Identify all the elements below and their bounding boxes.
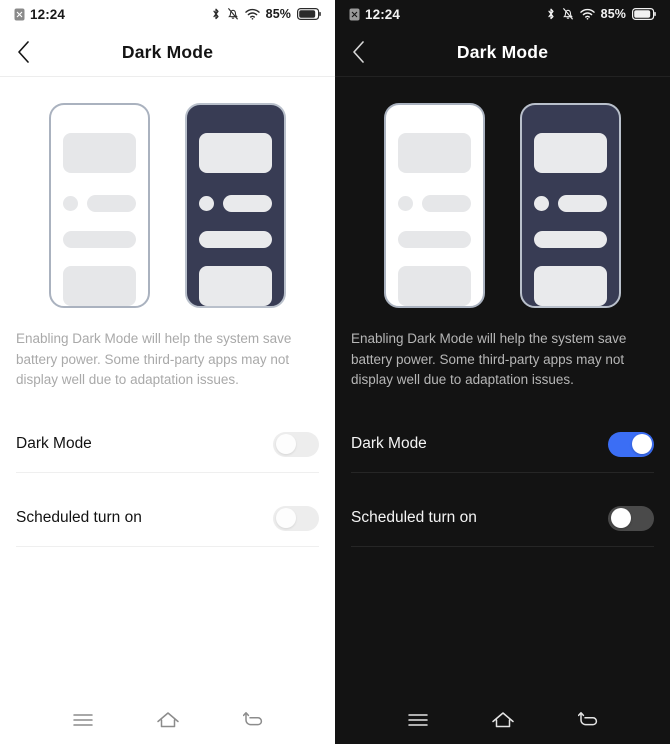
preview-row-2 — [63, 194, 136, 212]
status-bar-right: 85% — [546, 7, 656, 21]
preview-dot — [199, 195, 214, 211]
settings-list: Dark Mode Scheduled turn on — [335, 417, 670, 547]
dark-mode-preview-phone[interactable] — [185, 102, 286, 308]
page-title: Dark Mode — [121, 41, 214, 62]
back-chevron-icon — [17, 41, 29, 63]
row-divider — [351, 545, 654, 547]
nav-home-button[interactable] — [145, 700, 191, 740]
bluetooth-icon — [548, 8, 554, 20]
header-back-button[interactable] — [335, 28, 381, 76]
setting-label: Scheduled turn on — [351, 509, 477, 526]
description-text: Enabling Dark Mode will help the system … — [351, 331, 627, 387]
setting-label: Dark Mode — [351, 435, 427, 452]
home-icon — [156, 711, 179, 727]
back-arrow-icon — [577, 711, 597, 725]
bell-muted-icon — [562, 8, 573, 20]
preview-dot — [63, 195, 78, 211]
setting-row-scheduled-turn-on[interactable]: Scheduled turn on — [335, 491, 670, 546]
preview-pill — [422, 194, 471, 212]
dark-mode-toggle[interactable] — [608, 431, 654, 457]
light-mode-preview-phone[interactable] — [49, 102, 150, 308]
preview-dot — [534, 195, 549, 211]
bluetooth-icon — [213, 8, 219, 20]
status-time: 12:24 — [30, 6, 66, 22]
light-mode-panel: 12:24 85% Dark Mode Enabling Dark Mode w… — [0, 0, 335, 744]
scheduled-turn-on-toggle[interactable] — [608, 505, 654, 531]
menu-recents-icon — [407, 713, 428, 726]
status-bar-right: 85% — [211, 7, 321, 21]
dark-mode-preview-phone[interactable] — [520, 102, 621, 308]
back-chevron-icon — [352, 41, 364, 63]
preview-row-2 — [534, 194, 607, 212]
setting-row-dark-mode[interactable]: Dark Mode — [0, 417, 335, 472]
preview-block-4 — [63, 265, 136, 306]
sim-card-icon — [349, 8, 360, 20]
status-bar-left: 12:24 — [349, 7, 400, 22]
status-bar: 12:24 85% — [0, 0, 335, 28]
preview-block-1 — [534, 132, 607, 173]
status-time: 12:24 — [365, 6, 401, 22]
battery-icon — [632, 8, 656, 20]
preview-block-4 — [199, 265, 272, 306]
setting-row-scheduled-turn-on[interactable]: Scheduled turn on — [0, 491, 335, 546]
nav-recents-button[interactable] — [395, 700, 441, 740]
nav-recents-button[interactable] — [60, 700, 106, 740]
description-text: Enabling Dark Mode will help the system … — [16, 331, 292, 387]
preview-block-3 — [63, 230, 136, 248]
wifi-icon — [244, 8, 260, 20]
toggle-knob — [275, 434, 296, 454]
preview-block-1 — [63, 132, 136, 173]
nav-back-button[interactable] — [565, 700, 611, 740]
battery-percent: 85% — [265, 7, 291, 21]
setting-label: Scheduled turn on — [16, 509, 142, 526]
preview-block-3 — [534, 230, 607, 248]
setting-label: Dark Mode — [16, 435, 92, 452]
preview-block-4 — [534, 265, 607, 306]
nav-back-button[interactable] — [230, 700, 276, 740]
theme-preview-illustration — [0, 77, 335, 327]
system-navigation-bar — [335, 695, 670, 744]
menu-recents-icon — [72, 713, 93, 726]
setting-row-dark-mode[interactable]: Dark Mode — [335, 417, 670, 472]
app-header: Dark Mode — [0, 28, 335, 76]
row-gap — [335, 473, 670, 491]
scheduled-turn-on-toggle[interactable] — [273, 505, 319, 531]
theme-preview-illustration — [335, 77, 670, 327]
battery-icon — [297, 8, 321, 20]
preview-block-3 — [199, 230, 272, 248]
nav-home-button[interactable] — [480, 700, 526, 740]
preview-block-3 — [398, 230, 471, 248]
system-navigation-bar — [0, 695, 335, 744]
preview-pill — [558, 194, 607, 212]
dark-mode-comparison-screenshot: 12:24 85% Dark Mode Enabling Dark Mode w… — [0, 0, 670, 744]
preview-block-1 — [199, 132, 272, 173]
header-back-button[interactable] — [0, 28, 46, 76]
row-divider — [16, 545, 319, 547]
toggle-knob — [631, 434, 652, 454]
row-gap — [0, 473, 335, 491]
page-title: Dark Mode — [456, 41, 549, 62]
back-arrow-icon — [242, 711, 262, 725]
preview-row-2 — [199, 194, 272, 212]
bell-muted-icon — [227, 8, 238, 20]
dark-mode-panel: 12:24 85% Dark Mode Enabling Dark Mode w… — [335, 0, 670, 744]
preview-pill — [87, 194, 136, 212]
settings-list: Dark Mode Scheduled turn on — [0, 417, 335, 547]
battery-percent: 85% — [600, 7, 626, 21]
light-mode-preview-phone[interactable] — [384, 102, 485, 308]
status-bar: 12:24 85% — [335, 0, 670, 28]
preview-block-4 — [398, 265, 471, 306]
dark-mode-toggle[interactable] — [273, 431, 319, 457]
preview-dot — [398, 195, 413, 211]
preview-pill — [223, 194, 272, 212]
wifi-icon — [579, 8, 595, 20]
status-bar-left: 12:24 — [14, 7, 65, 22]
app-header: Dark Mode — [335, 28, 670, 76]
toggle-knob — [275, 508, 296, 528]
toggle-knob — [610, 508, 631, 528]
preview-row-2 — [398, 194, 471, 212]
sim-card-icon — [14, 8, 25, 20]
home-icon — [491, 711, 514, 727]
preview-block-1 — [398, 132, 471, 173]
